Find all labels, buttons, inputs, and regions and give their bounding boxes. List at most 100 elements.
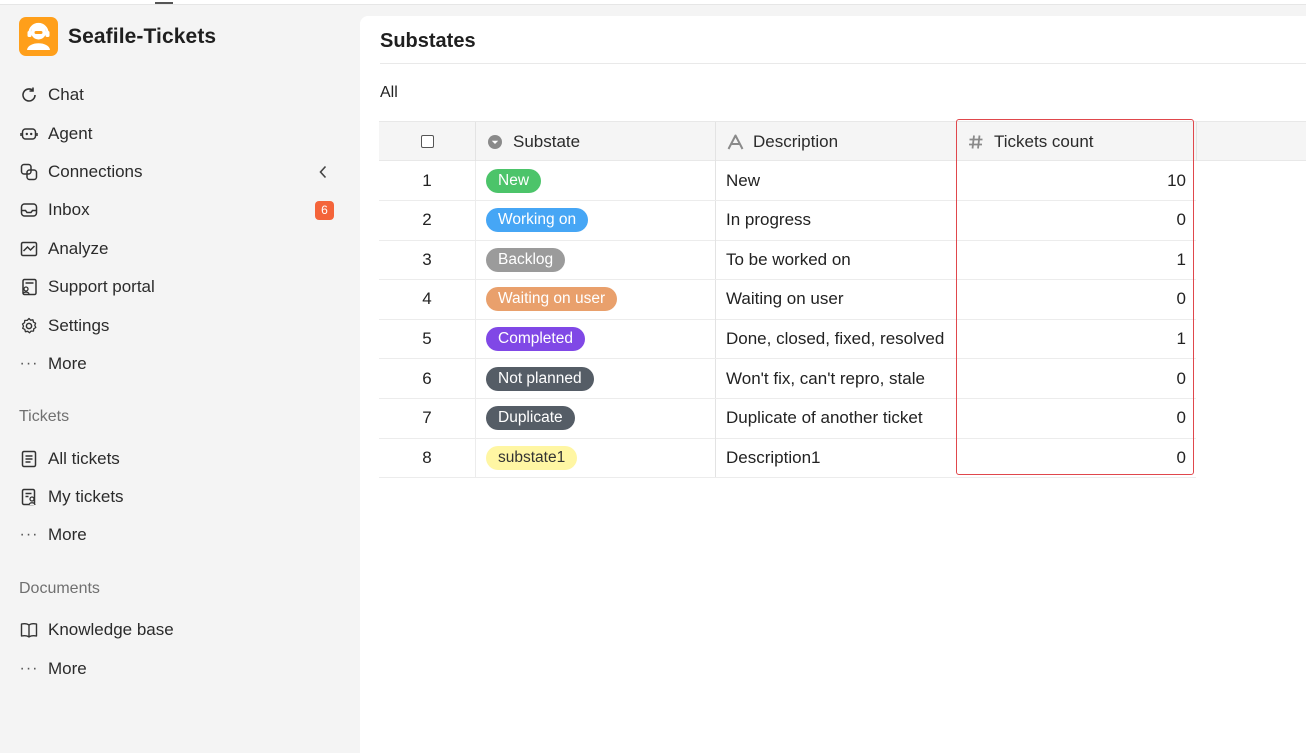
substate-tag: Working on bbox=[486, 208, 589, 233]
table-row[interactable]: 1 New New 10 bbox=[379, 161, 1196, 201]
dots-icon: ··· bbox=[19, 526, 39, 543]
substate-cell[interactable]: substate1 bbox=[475, 438, 715, 478]
link-icon bbox=[19, 162, 39, 182]
nav-connections-label: Connections bbox=[48, 162, 143, 181]
table-row[interactable]: 6 Not planned Won't fix, can't repro, stal… bbox=[379, 359, 1196, 399]
substate-cell[interactable]: Duplicate bbox=[475, 398, 715, 438]
nav-support-portal[interactable]: Support portal bbox=[19, 272, 341, 302]
description-cell[interactable]: Done, closed, fixed, resolved bbox=[715, 319, 956, 359]
nav-connections[interactable]: Connections bbox=[19, 157, 341, 187]
substate-cell[interactable]: Not planned bbox=[475, 359, 715, 398]
user-list-icon bbox=[19, 487, 39, 507]
app-name: Seafile-Tickets bbox=[68, 24, 217, 48]
column-header-description[interactable]: Description bbox=[715, 122, 956, 161]
nav-inbox[interactable]: Inbox 6 bbox=[19, 195, 341, 225]
description-cell[interactable]: To be worked on bbox=[715, 240, 956, 280]
substate-tag: Waiting on user bbox=[486, 287, 618, 312]
nav-documents-more-label: More bbox=[48, 659, 87, 678]
tickets-count-cell[interactable]: 0 bbox=[956, 399, 1196, 438]
table-row[interactable]: 2 Working on In progress 0 bbox=[379, 200, 1196, 241]
inbox-icon bbox=[19, 200, 39, 220]
page-title: Substates bbox=[380, 30, 476, 52]
description-cell[interactable]: New bbox=[715, 161, 956, 200]
nav-knowledge-base-label: Knowledge base bbox=[48, 620, 174, 639]
table-row[interactable]: 7 Duplicate Duplicate of another ticket 0 bbox=[379, 398, 1196, 439]
chart-icon bbox=[19, 239, 39, 259]
single-select-icon bbox=[486, 133, 504, 151]
substate-cell[interactable]: New bbox=[475, 161, 715, 200]
nav-more-label: More bbox=[48, 354, 87, 373]
substate-cell[interactable]: Backlog bbox=[475, 240, 715, 280]
row-index: 5 bbox=[422, 328, 432, 348]
substate-cell[interactable]: Waiting on user bbox=[475, 279, 715, 319]
substate-tag: New bbox=[486, 168, 542, 193]
inbox-count-badge: 6 bbox=[315, 201, 334, 220]
substate-tag: Backlog bbox=[486, 247, 566, 272]
sidebar: Seafile-Tickets Chat Agent Connections I… bbox=[0, 5, 360, 753]
nav-agent-label: Agent bbox=[48, 124, 93, 143]
nav-analyze[interactable]: Analyze bbox=[19, 234, 341, 264]
description-cell[interactable]: Won't fix, can't repro, stale bbox=[715, 359, 956, 398]
nav-chat[interactable]: Chat bbox=[19, 80, 341, 110]
view-tab-all[interactable]: All bbox=[380, 84, 398, 102]
description-cell[interactable]: In progress bbox=[715, 200, 956, 240]
tickets-count-cell[interactable]: 1 bbox=[956, 240, 1196, 279]
column-description-label: Description bbox=[753, 131, 839, 151]
substate-tag: Completed bbox=[486, 326, 585, 351]
table-row[interactable]: 8 substate1 Description1 0 bbox=[379, 438, 1196, 479]
nav-more[interactable]: ··· More bbox=[19, 349, 341, 379]
chat-refresh-icon bbox=[19, 85, 39, 105]
tickets-count-cell[interactable]: 1 bbox=[956, 319, 1196, 358]
table-row[interactable]: 3 Backlog To be worked on 1 bbox=[379, 240, 1196, 281]
tickets-count-cell[interactable]: 0 bbox=[956, 280, 1196, 319]
nav-my-tickets[interactable]: My tickets bbox=[19, 482, 341, 512]
row-index: 3 bbox=[422, 249, 432, 269]
column-header-blank bbox=[1196, 122, 1306, 161]
row-index: 1 bbox=[422, 170, 432, 190]
portal-icon bbox=[19, 277, 39, 297]
column-substate-label: Substate bbox=[513, 131, 581, 151]
top-edge-mark bbox=[155, 2, 173, 4]
nav-settings[interactable]: Settings bbox=[19, 311, 341, 341]
substate-cell[interactable]: Working on bbox=[475, 200, 715, 240]
nav-tickets-more[interactable]: ··· More bbox=[19, 520, 341, 550]
nav-knowledge-base[interactable]: Knowledge base bbox=[19, 615, 341, 645]
description-cell[interactable]: Description1 bbox=[715, 438, 956, 478]
nav-inbox-label: Inbox bbox=[48, 200, 90, 219]
chevron-left-icon[interactable] bbox=[316, 163, 330, 181]
column-header-substate[interactable]: Substate bbox=[475, 122, 715, 161]
row-index: 8 bbox=[422, 447, 432, 467]
title-divider bbox=[380, 63, 1306, 64]
gear-icon bbox=[19, 316, 39, 336]
brand[interactable]: Seafile-Tickets bbox=[19, 17, 216, 56]
table-row[interactable]: 5 Completed Done, closed, fixed, resolved 1 bbox=[379, 319, 1196, 360]
tickets-count-cell[interactable]: 0 bbox=[956, 438, 1196, 477]
column-tickets-count-label: Tickets count bbox=[994, 131, 1094, 151]
row-index: 2 bbox=[422, 210, 432, 230]
substate-tag: Duplicate bbox=[486, 406, 575, 431]
main-panel: Substates All Substate Description Ticke… bbox=[360, 16, 1306, 753]
app-logo-icon bbox=[19, 17, 58, 56]
nav-agent[interactable]: Agent bbox=[19, 119, 341, 149]
nav-documents-more[interactable]: ··· More bbox=[19, 654, 341, 684]
tickets-count-cell[interactable]: 0 bbox=[956, 359, 1196, 398]
dots-icon: ··· bbox=[19, 355, 39, 372]
description-cell[interactable]: Duplicate of another ticket bbox=[715, 398, 956, 438]
nav-all-tickets[interactable]: All tickets bbox=[19, 444, 341, 474]
substate-tag: Not planned bbox=[486, 366, 594, 391]
list-icon bbox=[19, 449, 39, 469]
description-cell[interactable]: Waiting on user bbox=[715, 279, 956, 319]
row-index: 7 bbox=[422, 408, 432, 428]
substate-cell[interactable]: Completed bbox=[475, 319, 715, 359]
table-row[interactable]: 4 Waiting on user Waiting on user 0 bbox=[379, 279, 1196, 320]
select-all-cell bbox=[379, 122, 475, 161]
tickets-count-cell[interactable]: 0 bbox=[956, 201, 1196, 240]
tickets-count-cell[interactable]: 10 bbox=[956, 161, 1196, 200]
nav-my-tickets-label: My tickets bbox=[48, 487, 124, 506]
column-header-tickets-count[interactable]: Tickets count bbox=[956, 122, 1196, 161]
robot-icon bbox=[19, 124, 39, 144]
select-all-checkbox[interactable] bbox=[420, 135, 434, 148]
nav-chat-label: Chat bbox=[48, 85, 84, 104]
row-index: 4 bbox=[422, 289, 432, 309]
dots-icon: ··· bbox=[19, 660, 39, 677]
